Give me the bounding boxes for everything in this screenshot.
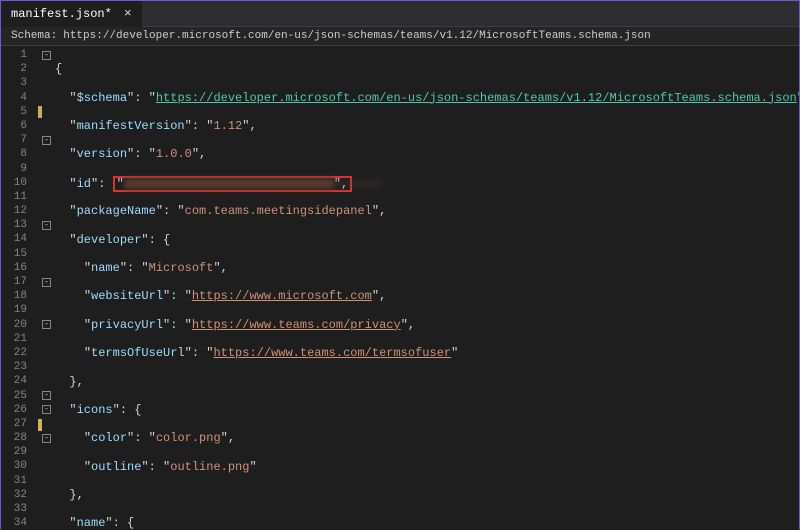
- fold-icon[interactable]: -: [42, 278, 51, 287]
- fold-icon[interactable]: -: [42, 320, 51, 329]
- tab-manifest-json[interactable]: manifest.json* ×: [1, 1, 142, 27]
- fold-icon[interactable]: -: [42, 391, 51, 400]
- schema-url[interactable]: https://developer.microsoft.com/en-us/js…: [63, 30, 651, 42]
- tab-title: manifest.json*: [11, 7, 112, 21]
- schema-label: Schema:: [11, 30, 57, 42]
- change-marker-column: [35, 46, 42, 530]
- fold-column: - - - - - - - -: [42, 46, 51, 530]
- code-editor[interactable]: 1234567891011121314151617181920212223242…: [1, 46, 799, 530]
- close-icon[interactable]: ×: [124, 7, 132, 20]
- redacted-id-highlight: "xxxxxxxx-xxxx-xxxx-xxxx-xxxxxxxxxxxx",: [113, 176, 353, 192]
- fold-icon[interactable]: -: [42, 434, 51, 443]
- fold-icon[interactable]: -: [42, 51, 51, 60]
- fold-icon[interactable]: -: [42, 405, 51, 414]
- tab-bar: manifest.json* ×: [1, 1, 799, 27]
- code-content[interactable]: { "$schema": "https://developer.microsof…: [51, 46, 799, 530]
- schema-bar: Schema: https://developer.microsoft.com/…: [1, 27, 799, 46]
- line-number-gutter: 1234567891011121314151617181920212223242…: [1, 46, 35, 530]
- fold-icon[interactable]: -: [42, 221, 51, 230]
- fold-icon[interactable]: -: [42, 136, 51, 145]
